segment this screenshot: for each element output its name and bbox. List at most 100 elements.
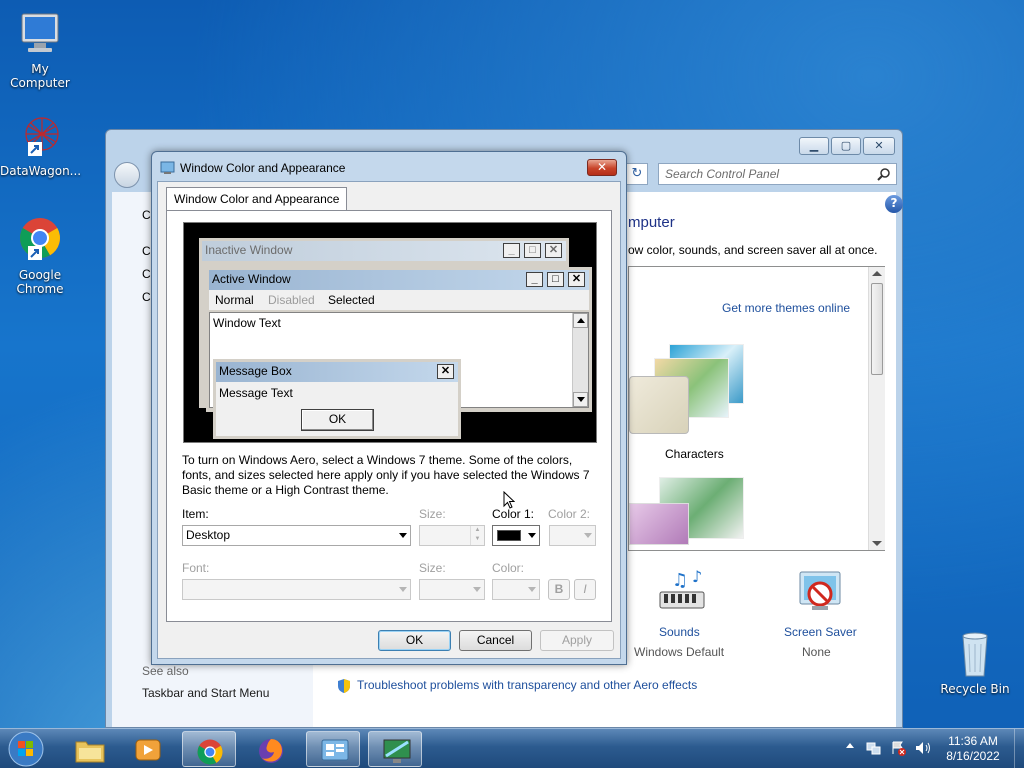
nav-link[interactable]: C xyxy=(142,290,151,304)
size-spinner[interactable]: ▲ ▼ xyxy=(419,525,485,546)
taskbar-display-settings[interactable] xyxy=(368,731,422,767)
apply-button[interactable]: Apply xyxy=(540,630,614,651)
aero-info-text: To turn on Windows Aero, select a Window… xyxy=(182,453,590,497)
spinner-arrows-icon[interactable]: ▲ ▼ xyxy=(470,526,484,545)
screen-saver-icon[interactable] xyxy=(796,568,846,618)
dialog-close-button[interactable]: ✕ xyxy=(587,159,617,176)
desktop-icon-label: Recycle Bin xyxy=(940,682,1010,696)
desktop-icon-recycle-bin[interactable]: Recycle Bin xyxy=(935,630,1015,696)
sounds-icon[interactable]: ♫ ♪ xyxy=(658,567,705,618)
desktop-icon-my-computer[interactable]: My Computer xyxy=(0,10,80,90)
folder-icon xyxy=(75,741,105,763)
preview-scrollbar xyxy=(572,313,588,407)
dialog-title: Window Color and Appearance xyxy=(180,161,346,175)
maximize-icon: □ xyxy=(524,243,541,258)
minimize-button[interactable]: ▁ xyxy=(799,137,829,155)
item-select[interactable]: Desktop xyxy=(182,525,411,546)
color2-picker[interactable] xyxy=(549,525,596,546)
help-icon[interactable]: ? xyxy=(885,195,903,213)
svg-text:♪: ♪ xyxy=(692,568,702,586)
menu-disabled: Disabled xyxy=(268,293,315,307)
active-window-title: Active Window xyxy=(212,272,291,286)
close-icon: ✕ xyxy=(437,364,454,379)
cancel-button[interactable]: Cancel xyxy=(459,630,532,651)
font-color-picker[interactable] xyxy=(492,579,540,600)
datawagon-icon xyxy=(16,112,64,160)
taskbar-control-panel[interactable] xyxy=(306,731,360,767)
chevron-down-icon xyxy=(399,587,407,592)
more-themes-link[interactable]: Get more themes online xyxy=(722,301,850,315)
minimize-icon: _ xyxy=(526,272,543,287)
chevron-down-icon xyxy=(399,533,407,538)
computer-icon xyxy=(16,10,64,58)
taskbar-firefox[interactable] xyxy=(244,731,298,767)
inactive-window-title: Inactive Window xyxy=(205,243,293,257)
font-size-select[interactable] xyxy=(419,579,485,600)
maximize-button[interactable]: ▢ xyxy=(831,137,861,155)
mouse-cursor-icon xyxy=(503,490,516,513)
nav-link[interactable]: C xyxy=(142,267,151,281)
theme-list[interactable]: Get more themes online Characters xyxy=(628,266,885,551)
color1-picker[interactable] xyxy=(492,525,540,546)
desktop-icon-datawagon[interactable]: DataWagon... xyxy=(0,112,82,178)
desktop-icon-label: DataWagon... xyxy=(0,164,82,178)
network-icon[interactable] xyxy=(866,740,882,759)
taskbar-start-menu-link[interactable]: Taskbar and Start Menu xyxy=(142,686,269,700)
active-titlebar: Active Window _ □ ✕ xyxy=(209,270,589,290)
taskbar-explorer[interactable] xyxy=(62,731,116,767)
ok-button[interactable]: OK xyxy=(378,630,451,651)
taskbar-media-player[interactable] xyxy=(120,731,174,767)
show-desktop-button[interactable] xyxy=(1014,729,1024,768)
svg-text:♫: ♫ xyxy=(672,570,688,591)
sounds-value: Windows Default xyxy=(634,645,725,659)
troubleshoot-link[interactable]: Troubleshoot problems with transparency … xyxy=(357,678,697,692)
nav-link[interactable]: C xyxy=(142,244,151,258)
menu-normal: Normal xyxy=(215,293,254,307)
chrome-icon xyxy=(197,739,223,765)
see-also-heading: See also xyxy=(142,664,189,678)
control-panel-icon xyxy=(321,739,349,761)
desktop-icon-label: My Computer xyxy=(10,62,70,90)
color1-swatch xyxy=(497,530,521,541)
font-label: Font: xyxy=(182,561,210,575)
screen-saver-value: None xyxy=(802,645,831,659)
message-box-ok-button: OK xyxy=(301,409,374,431)
start-button[interactable] xyxy=(6,729,50,768)
menu-selected: Selected xyxy=(328,293,375,307)
chevron-down-icon xyxy=(473,587,481,592)
minimize-icon: _ xyxy=(503,243,520,258)
screen-saver-link[interactable]: Screen Saver xyxy=(784,625,857,639)
theme-list-scrollbar[interactable] xyxy=(868,267,885,550)
appearance-preview[interactable]: Inactive Window _ □ ✕ Active Window _ □ … xyxy=(183,222,597,443)
volume-icon[interactable] xyxy=(914,740,932,759)
taskbar-chrome[interactable] xyxy=(182,731,236,767)
clock[interactable]: 11:36 AM 8/16/2022 xyxy=(938,734,1008,764)
color2-label: Color 2: xyxy=(548,507,591,521)
font-select[interactable] xyxy=(182,579,411,600)
scrollbar-thumb[interactable] xyxy=(871,283,883,375)
preview-message-box: Message Box ✕ Message Text OK xyxy=(213,359,461,439)
back-button[interactable] xyxy=(114,162,140,188)
desktop-icon-chrome[interactable]: Google Chrome xyxy=(0,216,80,296)
theme-label: Characters xyxy=(665,447,724,461)
theme-thumbnail[interactable] xyxy=(629,477,749,547)
sounds-link[interactable]: Sounds xyxy=(659,625,700,639)
nav-link[interactable]: C xyxy=(142,208,151,222)
tab-window-color-appearance[interactable]: Window Color and Appearance xyxy=(166,187,348,211)
inactive-titlebar: Inactive Window _ □ ✕ xyxy=(202,241,566,261)
bold-button[interactable]: B xyxy=(548,579,570,600)
maximize-icon: □ xyxy=(547,272,564,287)
size-label: Size: xyxy=(419,507,446,521)
action-center-icon[interactable] xyxy=(890,740,906,759)
characters-theme-thumbnail[interactable] xyxy=(629,344,749,436)
chevron-down-icon xyxy=(584,533,592,538)
preview-menu-bar: Normal Disabled Selected xyxy=(209,290,589,310)
page-heading: mputer xyxy=(628,214,675,231)
refresh-button[interactable]: ↻ xyxy=(626,163,648,185)
italic-button[interactable]: I xyxy=(574,579,596,600)
close-button[interactable]: ✕ xyxy=(863,137,895,155)
show-hidden-icons-chevron-icon[interactable] xyxy=(846,743,854,748)
search-icon xyxy=(877,167,891,184)
chevron-down-icon xyxy=(528,587,536,592)
search-input[interactable]: Search Control Panel xyxy=(658,163,897,185)
